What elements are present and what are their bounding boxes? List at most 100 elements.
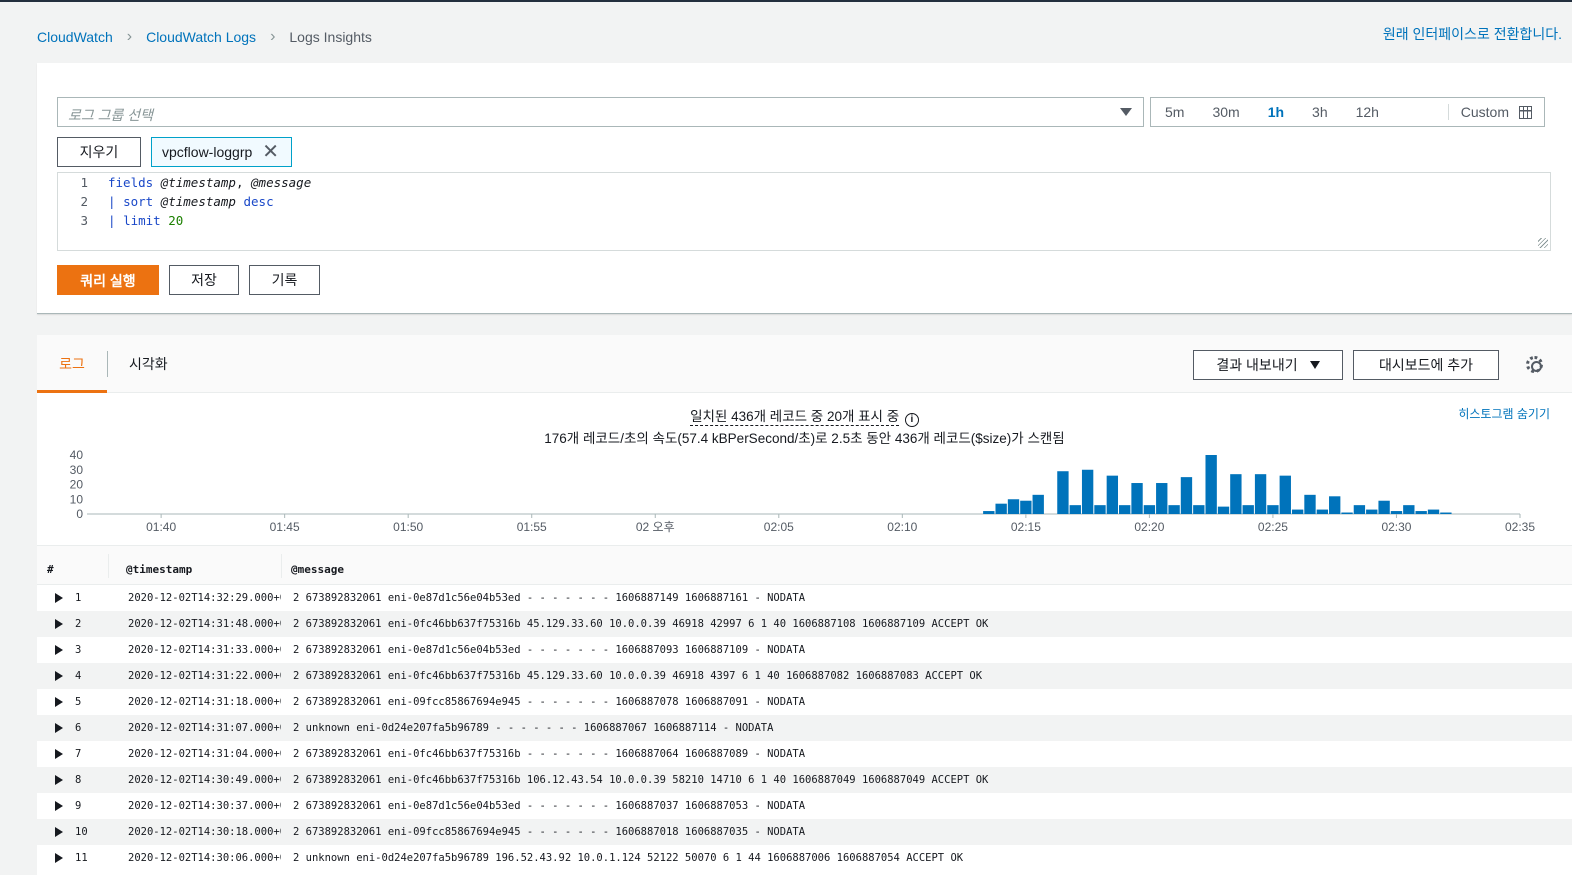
line-number: 2 bbox=[80, 194, 88, 209]
histogram-bar[interactable] bbox=[1119, 505, 1131, 514]
histogram-bar[interactable] bbox=[1353, 505, 1366, 514]
histogram-bar[interactable] bbox=[1230, 474, 1242, 514]
export-results-button[interactable]: 결과 내보내기 bbox=[1193, 350, 1343, 380]
histogram-bar[interactable] bbox=[1205, 455, 1217, 514]
histogram-bar[interactable] bbox=[1403, 505, 1415, 514]
expand-row-icon[interactable] bbox=[55, 827, 63, 837]
time-option-12h[interactable]: 12h bbox=[1342, 98, 1393, 126]
hide-histogram-link[interactable]: 히스토그램 숨기기 bbox=[1458, 405, 1550, 422]
histogram-bar[interactable] bbox=[1180, 477, 1193, 514]
time-option-custom[interactable]: Custom bbox=[1447, 104, 1544, 120]
table-row[interactable]: 6 2020-12-02T14:31:07.000+09:00 2 unknown … bbox=[37, 715, 1572, 741]
time-option-30m[interactable]: 30m bbox=[1198, 98, 1253, 126]
histogram-bar[interactable] bbox=[1316, 509, 1329, 514]
time-option-5m[interactable]: 5m bbox=[1151, 98, 1198, 126]
histogram-bar[interactable] bbox=[1156, 483, 1168, 514]
table-row[interactable]: 1 2020-12-02T14:32:29.000+09:00 2 67389283… bbox=[37, 585, 1572, 611]
histogram-bar[interactable] bbox=[1254, 474, 1267, 514]
table-row[interactable]: 9 2020-12-02T14:30:37.000+09:00 2 67389283… bbox=[37, 793, 1572, 819]
histogram-bar[interactable] bbox=[1304, 494, 1316, 514]
row-message: 2 unknown eni-0d24e207fa5b96789 196.52.4… bbox=[293, 852, 964, 864]
histogram-bar[interactable] bbox=[1242, 505, 1254, 514]
row-message: 2 673892832061 eni-0e87d1c56e04b53ed - -… bbox=[293, 644, 806, 656]
expand-row-icon[interactable] bbox=[55, 645, 63, 655]
expand-row-icon[interactable] bbox=[55, 853, 63, 863]
table-row[interactable]: 8 2020-12-02T14:30:49.000+09:00 2 67389283… bbox=[37, 767, 1572, 793]
expand-row-icon[interactable] bbox=[55, 723, 63, 733]
histogram-bar[interactable] bbox=[1193, 505, 1205, 514]
table-row[interactable]: 3 2020-12-02T14:31:33.000+09:00 2 67389283… bbox=[37, 637, 1572, 663]
time-option-1h[interactable]: 1h bbox=[1254, 98, 1298, 126]
clear-button[interactable]: 지우기 bbox=[57, 137, 141, 167]
expand-row-icon[interactable] bbox=[55, 619, 63, 629]
chevron-right-icon: › bbox=[270, 28, 276, 45]
query-line-3: | limit 20 bbox=[108, 213, 184, 228]
row-message: 2 673892832061 eni-0fc46bb637f75316b - -… bbox=[293, 748, 806, 760]
table-row[interactable]: 5 2020-12-02T14:31:18.000+09:00 2 67389283… bbox=[37, 689, 1572, 715]
histogram-bar[interactable] bbox=[1168, 505, 1180, 514]
histogram-bar[interactable] bbox=[1341, 512, 1353, 514]
histogram-bar[interactable] bbox=[1415, 511, 1427, 514]
histogram-bar[interactable] bbox=[995, 503, 1007, 514]
table-row[interactable]: 11 2020-12-02T14:30:06.000+09:00 2 unknown… bbox=[37, 845, 1572, 871]
row-timestamp: 2020-12-02T14:31:04.000+09:00 bbox=[128, 748, 281, 760]
log-group-select[interactable]: 로그 그룹 선택 bbox=[57, 97, 1144, 127]
expand-row-icon[interactable] bbox=[55, 671, 63, 681]
histogram-bar[interactable] bbox=[1366, 509, 1378, 514]
top-bar bbox=[0, 0, 1572, 2]
column-header-timestamp[interactable]: @timestamp bbox=[126, 563, 192, 576]
histogram-bar[interactable] bbox=[1057, 471, 1069, 514]
histogram-bar[interactable] bbox=[1020, 500, 1032, 514]
row-timestamp: 2020-12-02T14:30:37.000+09:00 bbox=[128, 800, 281, 812]
histogram-bar[interactable] bbox=[983, 511, 995, 514]
histogram-bar[interactable] bbox=[1279, 475, 1291, 514]
histogram-bar[interactable] bbox=[1081, 469, 1094, 514]
breadcrumb-cloudwatch-logs[interactable]: CloudWatch Logs bbox=[146, 29, 256, 45]
histogram-bar[interactable] bbox=[1329, 496, 1341, 514]
column-header-message[interactable]: @message bbox=[291, 563, 344, 576]
run-query-button[interactable]: 쿼리 실행 bbox=[57, 265, 159, 295]
gear-icon[interactable] bbox=[1526, 356, 1543, 373]
table-row[interactable]: 2 2020-12-02T14:31:48.000+09:00 2 67389283… bbox=[37, 611, 1572, 637]
close-icon[interactable]: ✕ bbox=[262, 142, 279, 162]
expand-row-icon[interactable] bbox=[55, 801, 63, 811]
histogram-bar[interactable] bbox=[1427, 509, 1440, 514]
histogram-bar[interactable] bbox=[1069, 505, 1081, 514]
row-index: 1 bbox=[75, 592, 82, 604]
expand-row-icon[interactable] bbox=[55, 697, 63, 707]
resize-handle[interactable] bbox=[1538, 238, 1548, 248]
add-to-dashboard-button[interactable]: 대시보드에 추가 bbox=[1353, 350, 1499, 380]
histogram-bar[interactable] bbox=[1106, 475, 1119, 514]
breadcrumb-cloudwatch[interactable]: CloudWatch bbox=[37, 29, 113, 45]
tab-visualize[interactable]: 시각화 bbox=[129, 335, 168, 393]
tab-logs[interactable]: 로그 bbox=[37, 335, 107, 393]
histogram-bar[interactable] bbox=[1291, 509, 1304, 514]
table-row[interactable]: 7 2020-12-02T14:31:04.000+09:00 2 67389283… bbox=[37, 741, 1572, 767]
results-panel: 로그 시각화 결과 내보내기 대시보드에 추가 일치된 436개 레코드 중 2… bbox=[37, 335, 1572, 875]
expand-row-icon[interactable] bbox=[55, 749, 63, 759]
save-button[interactable]: 저장 bbox=[169, 265, 239, 295]
time-option-3h[interactable]: 3h bbox=[1298, 98, 1342, 126]
expand-row-icon[interactable] bbox=[55, 775, 63, 785]
export-label: 결과 내보내기 bbox=[1216, 357, 1298, 373]
histogram-bar[interactable] bbox=[1378, 500, 1390, 514]
histogram-bar[interactable] bbox=[1390, 511, 1403, 514]
switch-interface-link[interactable]: 원래 인터페이스로 전환합니다. bbox=[1383, 24, 1562, 44]
histogram-bar[interactable] bbox=[1440, 512, 1452, 514]
table-row[interactable]: 4 2020-12-02T14:31:22.000+09:00 2 67389283… bbox=[37, 663, 1572, 689]
histogram-bar[interactable] bbox=[1267, 505, 1279, 514]
histogram-bar[interactable] bbox=[1131, 483, 1143, 514]
histogram-bar[interactable] bbox=[1094, 505, 1106, 514]
table-row[interactable]: 10 2020-12-02T14:30:18.000+09:00 2 6738928… bbox=[37, 819, 1572, 845]
x-tick-label: 02:25 bbox=[1258, 520, 1288, 534]
history-button[interactable]: 기록 bbox=[249, 265, 320, 295]
results-tabs: 로그 시각화 결과 내보내기 대시보드에 추가 bbox=[37, 335, 1572, 393]
histogram-bar[interactable] bbox=[1217, 506, 1230, 514]
histogram-bar[interactable] bbox=[1007, 499, 1020, 514]
query-editor[interactable]: 1 2 3 fields @timestamp, @message | sort… bbox=[57, 172, 1551, 251]
expand-row-icon[interactable] bbox=[55, 593, 63, 603]
info-icon[interactable]: i bbox=[904, 413, 919, 427]
histogram-bar[interactable] bbox=[1032, 494, 1044, 514]
table-body: 1 2020-12-02T14:32:29.000+09:00 2 67389283… bbox=[37, 585, 1572, 871]
histogram-bar[interactable] bbox=[1143, 505, 1156, 514]
